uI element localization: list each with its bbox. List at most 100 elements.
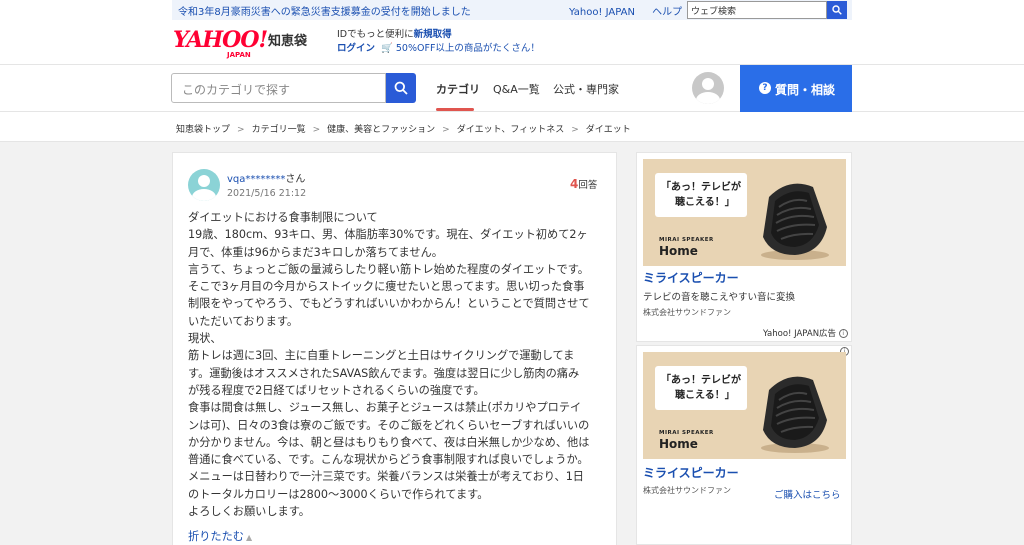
collapse-link[interactable]: 折りたたむ ▲ (188, 528, 252, 544)
question-line: 普通に食べている、です。こんな現状からどう食事制限すれば良いでしょうか。 (188, 453, 589, 467)
question-line: そこで3ヶ月目の今月からストイックに痩せたいと思ってます。思い切った食事 (188, 280, 585, 294)
tab-official-experts[interactable]: 公式・専門家 (553, 81, 619, 97)
ad-image[interactable]: 「あっ！テレビが 聴こえる！」 MIRAI SPEAKER Home (643, 159, 846, 266)
service-name[interactable]: 知恵袋 (268, 30, 307, 49)
question-line: ンは可)、日々の3食は寮のご飯です。そのご飯をどれくらいセーブすればいいの (188, 418, 590, 432)
ad-brand-small: MIRAI SPEAKER (659, 237, 714, 243)
question-line: いただいております。 (188, 314, 299, 328)
ad-bubble-line: 聴こえる！」 (675, 197, 735, 208)
avatar-head (702, 78, 714, 90)
avatar-body (696, 92, 720, 104)
ad-speech-bubble: 「あっ！テレビが 聴こえる！」 (655, 173, 747, 217)
breadcrumb-item-health[interactable]: 健康、美容とファッション (327, 125, 435, 135)
breadcrumb-item-categories[interactable]: カテゴリ一覧 (252, 125, 306, 135)
cart-icon: 🛒 (381, 43, 393, 54)
disaster-notice-link[interactable]: 令和3年8月豪雨災害への緊急災害支援募金の受付を開始しました (178, 3, 471, 18)
breadcrumb-separator: > (312, 125, 321, 135)
ad-brand-small: MIRAI SPEAKER (659, 430, 714, 436)
avatar-head (198, 175, 210, 187)
questioner-id-link[interactable]: vqa******** (227, 174, 285, 185)
ad-speech-bubble: 「あっ！テレビが 聴こえる！」 (655, 366, 747, 410)
question-line: のトータルカロリーは2800〜3000くらいで作られてます。 (188, 487, 489, 501)
breadcrumb-separator: > (237, 125, 245, 135)
question-line: メニューは日替わりで一汁三菜です。栄養バランスは栄養士が考えており、1日 (188, 470, 584, 484)
question-line: 19歳、180cm、93キロ、男、体脂肪率30%です。現在、ダイエット初めて2ヶ (188, 228, 588, 242)
sidebar-ad-1[interactable]: 「あっ！テレビが 聴こえる！」 MIRAI SPEAKER Home ミライスピ… (636, 152, 852, 342)
avatar-body (192, 189, 216, 201)
logo-japan-text: JAPAN (227, 51, 251, 59)
top-notice-inner: 令和3年8月豪雨災害への緊急災害支援募金の受付を開始しました Yahoo! JA… (172, 0, 852, 20)
breadcrumb: 知恵袋トップ > カテゴリ一覧 > 健康、美容とファッション > ダイエット、フィットネス >… (176, 122, 631, 135)
ad-label[interactable]: Yahoo! JAPAN広告 i (763, 327, 848, 339)
ad-title[interactable]: ミライスピーカー (643, 269, 739, 286)
yahoo-logo[interactable]: YAHOO! JAPAN (173, 27, 273, 59)
question-line: よろしくお願いします。 (188, 505, 310, 519)
answer-count-link[interactable]: 4回答 (570, 177, 597, 191)
ad-bubble-line: 「あっ！テレビが (661, 182, 741, 193)
sidebar-ad-2[interactable]: i 「あっ！テレビが 聴こえる！」 MIRAI SPEAKER Home ミライ… (636, 345, 852, 545)
ad-brand-large: Home (659, 437, 698, 451)
login-promo: ログイン 🛒 50%OFF以上の商品がたくさん！ (337, 40, 540, 54)
register-link[interactable]: 新規取得 (414, 29, 452, 40)
ask-question-button[interactable]: ? 質問・相談 (740, 65, 852, 112)
active-tab-indicator (436, 108, 474, 111)
web-search-input[interactable]: ウェブ検索 (687, 1, 827, 19)
question-card: vqa********さん 2021/5/16 21:12 4回答 ダイエットに… (172, 152, 617, 545)
questioner-avatar[interactable] (188, 169, 220, 201)
question-line: か分かりません。今は、朝と昼はもりもり食べて、夜は白米無しか少なめ、他は (188, 435, 590, 449)
question-title: ダイエットにおける食事制限について (188, 211, 378, 224)
question-date: 2021/5/16 21:12 (227, 188, 307, 199)
nav-bar: このカテゴリで探す カテゴリ Q&A一覧 公式・専門家 ? 質問・相談 (0, 64, 1024, 112)
category-search-input[interactable]: このカテゴリで探す (171, 73, 386, 103)
offer-link[interactable]: 50%OFF以上の商品がたくさん！ (396, 43, 540, 54)
question-icon: ? (759, 82, 771, 94)
breadcrumb-item-top[interactable]: 知恵袋トップ (176, 125, 230, 135)
info-icon: i (838, 329, 848, 338)
collapse-label: 折りたたむ (188, 530, 244, 543)
user-avatar[interactable] (692, 72, 724, 104)
ask-button-label: 質問・相談 (775, 83, 836, 97)
ad-label-text: Yahoo! JAPAN広告 (763, 329, 837, 339)
breadcrumb-item-diet[interactable]: ダイエット (586, 125, 631, 135)
ad-buy-link[interactable]: ご購入はこちら (774, 487, 841, 501)
ad-company: 株式会社サウンドファン (643, 308, 731, 317)
tab-qa-list[interactable]: Q&A一覧 (493, 81, 540, 97)
breadcrumb-bar: 知恵袋トップ > カテゴリ一覧 > 健康、美容とファッション > ダイエット、フィットネス >… (0, 112, 1024, 142)
id-promo: IDでもっと便利に新規取得 (337, 26, 452, 40)
speaker-product-image (761, 183, 829, 260)
web-search-button[interactable] (827, 1, 847, 19)
questioner-name: vqa********さん (227, 170, 305, 185)
help-link[interactable]: ヘルプ (652, 7, 682, 18)
category-search-button[interactable] (386, 73, 416, 103)
speaker-product-image (761, 376, 829, 453)
question-line: が残る程度で2日経てばリセットされるくらいの強度です。 (188, 383, 485, 397)
yahoo-japan-link[interactable]: Yahoo! JAPAN (569, 7, 635, 18)
logo-text: YAHOO! (173, 27, 268, 53)
chevron-up-icon: ▲ (245, 533, 253, 542)
question-line: 現状、 (188, 332, 222, 346)
answer-count-label: 回答 (578, 180, 598, 191)
question-line: 食事は間食は無し、ジュース無し、お菓子とジュースは禁止(ポカリやプロテイ (188, 401, 582, 415)
question-line: 筋トレは週に3回、主に自重トレーニングと土日はサイクリングで運動してま (188, 349, 575, 363)
search-icon (394, 81, 408, 95)
top-notice-bar: 令和3年8月豪雨災害への緊急災害支援募金の受付を開始しました Yahoo! JA… (0, 0, 1024, 20)
top-links: Yahoo! JAPAN ヘルプ (569, 3, 696, 18)
question-line: 月で、体重は96からまだ3キロしか落ちてません。 (188, 245, 443, 259)
breadcrumb-separator: > (571, 125, 579, 135)
ad-brand-large: Home (659, 244, 698, 258)
ad-bubble-line: 聴こえる！」 (675, 390, 735, 401)
honorific: さん (285, 174, 306, 185)
ad-company: 株式会社サウンドファン (643, 486, 731, 495)
ad-image[interactable]: 「あっ！テレビが 聴こえる！」 MIRAI SPEAKER Home (643, 352, 846, 459)
ad-title[interactable]: ミライスピーカー (643, 464, 739, 481)
id-promo-text: IDでもっと便利に (337, 29, 414, 40)
login-link[interactable]: ログイン (337, 43, 375, 54)
search-icon (832, 5, 842, 15)
question-body: ダイエットにおける食事制限について 19歳、180cm、93キロ、男、体脂肪率3… (188, 209, 608, 520)
tab-category[interactable]: カテゴリ (436, 81, 480, 97)
ad-bubble-line: 「あっ！テレビが (661, 375, 741, 386)
site-header: YAHOO! JAPAN 知恵袋 IDでもっと便利に新規取得 ログイン 🛒 50%… (0, 20, 1024, 64)
question-line: す。運動後はオススメされたSAVAS飲んでます。強度は翌日に少し筋肉の痛み (188, 366, 580, 380)
breadcrumb-item-fitness[interactable]: ダイエット、フィットネス (457, 125, 565, 135)
breadcrumb-separator: > (442, 125, 450, 135)
